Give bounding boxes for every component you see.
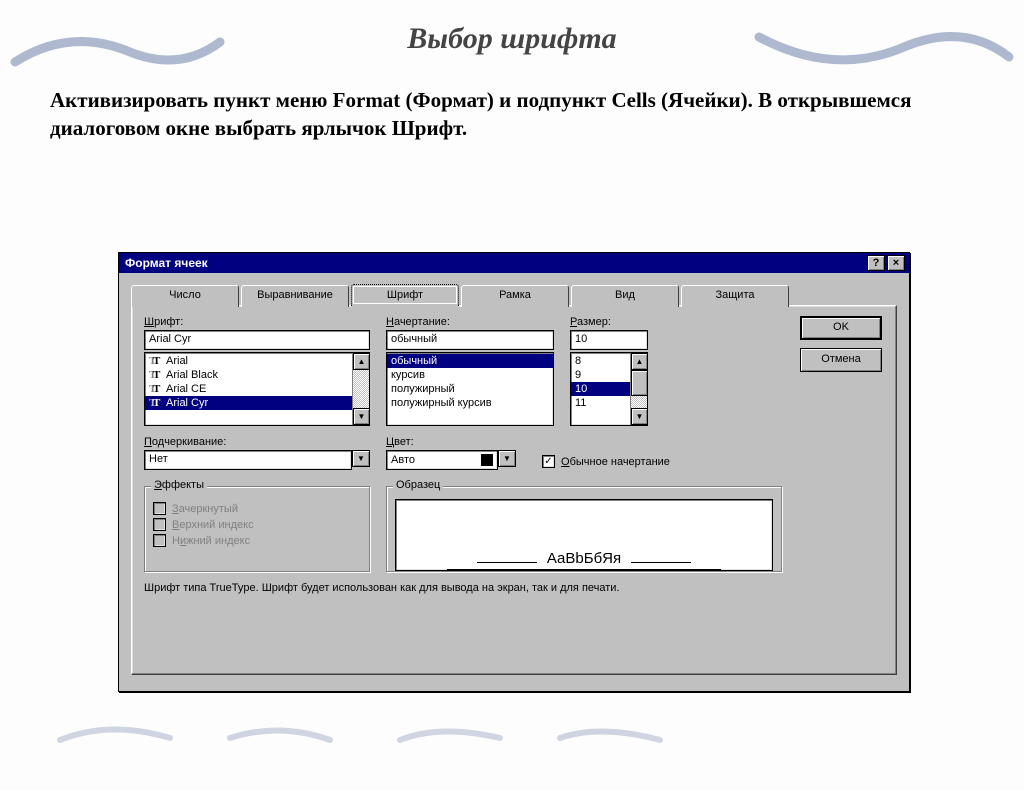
list-item[interactable]: Arial xyxy=(145,354,352,368)
size-list[interactable]: 8 9 10 11 ▲ ▼ xyxy=(570,352,648,426)
style-label: Начертание: xyxy=(386,316,554,328)
truetype-icon xyxy=(149,369,163,381)
font-list[interactable]: Arial Arial Black Arial CE Arial Cyr ▲ ▼ xyxy=(144,352,370,426)
subscript-checkbox[interactable]: Нижний индекс xyxy=(153,534,361,547)
truetype-hint: Шрифт типа TrueType. Шрифт будет использ… xyxy=(144,582,884,594)
font-input[interactable]: Arial Cyr xyxy=(144,330,370,350)
size-label: Размер: xyxy=(570,316,648,328)
checkbox-icon xyxy=(153,518,166,531)
tab-patterns[interactable]: Вид xyxy=(571,285,679,307)
preview-group: Образец АаВbБбЯя xyxy=(386,486,782,572)
scrollbar[interactable]: ▲ ▼ xyxy=(352,353,369,425)
cancel-button[interactable]: Отмена xyxy=(800,348,882,372)
tab-number[interactable]: Число xyxy=(131,285,239,307)
list-item[interactable]: полужирный xyxy=(387,382,553,396)
close-button[interactable]: × xyxy=(887,255,905,271)
font-label: Шрифт: xyxy=(144,316,370,328)
list-item[interactable]: курсив xyxy=(387,368,553,382)
slide-body: Активизировать пункт меню Format (Формат… xyxy=(50,86,974,143)
strike-checkbox[interactable]: Зачеркнутый xyxy=(153,502,361,515)
style-list[interactable]: обычный курсив полужирный полужирный кур… xyxy=(386,352,554,426)
superscript-checkbox[interactable]: Верхний индекс xyxy=(153,518,361,531)
scroll-down-icon[interactable]: ▼ xyxy=(353,408,370,425)
titlebar[interactable]: Формат ячеек ? × xyxy=(119,253,909,273)
list-item[interactable]: Arial Black xyxy=(145,368,352,382)
dialog-title: Формат ячеек xyxy=(125,256,208,270)
truetype-icon xyxy=(149,383,163,395)
tab-font[interactable]: Шрифт xyxy=(351,284,459,306)
color-combo[interactable]: Авто ▼ xyxy=(386,450,516,470)
ok-button[interactable]: OK xyxy=(800,316,882,340)
tab-panel: OK Отмена Шрифт: Arial Cyr Arial Arial B… xyxy=(131,305,897,675)
color-swatch-icon xyxy=(481,454,493,466)
chevron-down-icon[interactable]: ▼ xyxy=(352,450,370,467)
scroll-thumb[interactable] xyxy=(631,370,648,396)
scroll-down-icon[interactable]: ▼ xyxy=(631,408,648,425)
normal-font-checkbox[interactable]: ✓ Обычное начертание xyxy=(542,455,670,468)
list-item[interactable]: полужирный курсив xyxy=(387,396,553,410)
list-item[interactable]: 9 xyxy=(571,368,630,382)
list-item[interactable]: 11 xyxy=(571,396,630,410)
preview-box: АаВbБбЯя xyxy=(395,499,773,571)
tab-protection[interactable]: Защита xyxy=(681,285,789,307)
format-cells-dialog: Формат ячеек ? × Число Выравнивание Шриф… xyxy=(118,252,910,692)
list-item[interactable]: обычный xyxy=(387,354,553,368)
underline-combo[interactable]: Нет ▼ xyxy=(144,450,370,470)
scroll-up-icon[interactable]: ▲ xyxy=(353,353,370,370)
checkbox-icon xyxy=(153,534,166,547)
help-button[interactable]: ? xyxy=(867,255,885,271)
preview-sample: АаВbБбЯя xyxy=(547,550,621,567)
list-item[interactable]: 10 xyxy=(571,382,630,396)
list-item[interactable]: Arial CE xyxy=(145,382,352,396)
decor-bottom xyxy=(0,710,1024,750)
style-input[interactable]: обычный xyxy=(386,330,554,350)
list-item[interactable]: 8 xyxy=(571,354,630,368)
list-item[interactable]: Arial Cyr xyxy=(145,396,352,410)
tabstrip: Число Выравнивание Шрифт Рамка Вид Защит… xyxy=(131,283,897,305)
color-label: Цвет: xyxy=(386,436,516,448)
checkbox-icon xyxy=(153,502,166,515)
slide-title: Выбор шрифта xyxy=(0,22,1024,56)
truetype-icon xyxy=(149,355,163,367)
chevron-down-icon[interactable]: ▼ xyxy=(498,450,516,467)
tab-border[interactable]: Рамка xyxy=(461,285,569,307)
checkbox-icon: ✓ xyxy=(542,455,555,468)
size-input[interactable]: 10 xyxy=(570,330,648,350)
scroll-up-icon[interactable]: ▲ xyxy=(631,353,648,370)
truetype-icon xyxy=(149,397,163,409)
tab-alignment[interactable]: Выравнивание xyxy=(241,285,349,307)
scrollbar[interactable]: ▲ ▼ xyxy=(630,353,647,425)
effects-group: Эффекты Зачеркнутый Верхний индекс Нижни… xyxy=(144,486,370,572)
underline-label: Подчеркивание: xyxy=(144,436,370,448)
